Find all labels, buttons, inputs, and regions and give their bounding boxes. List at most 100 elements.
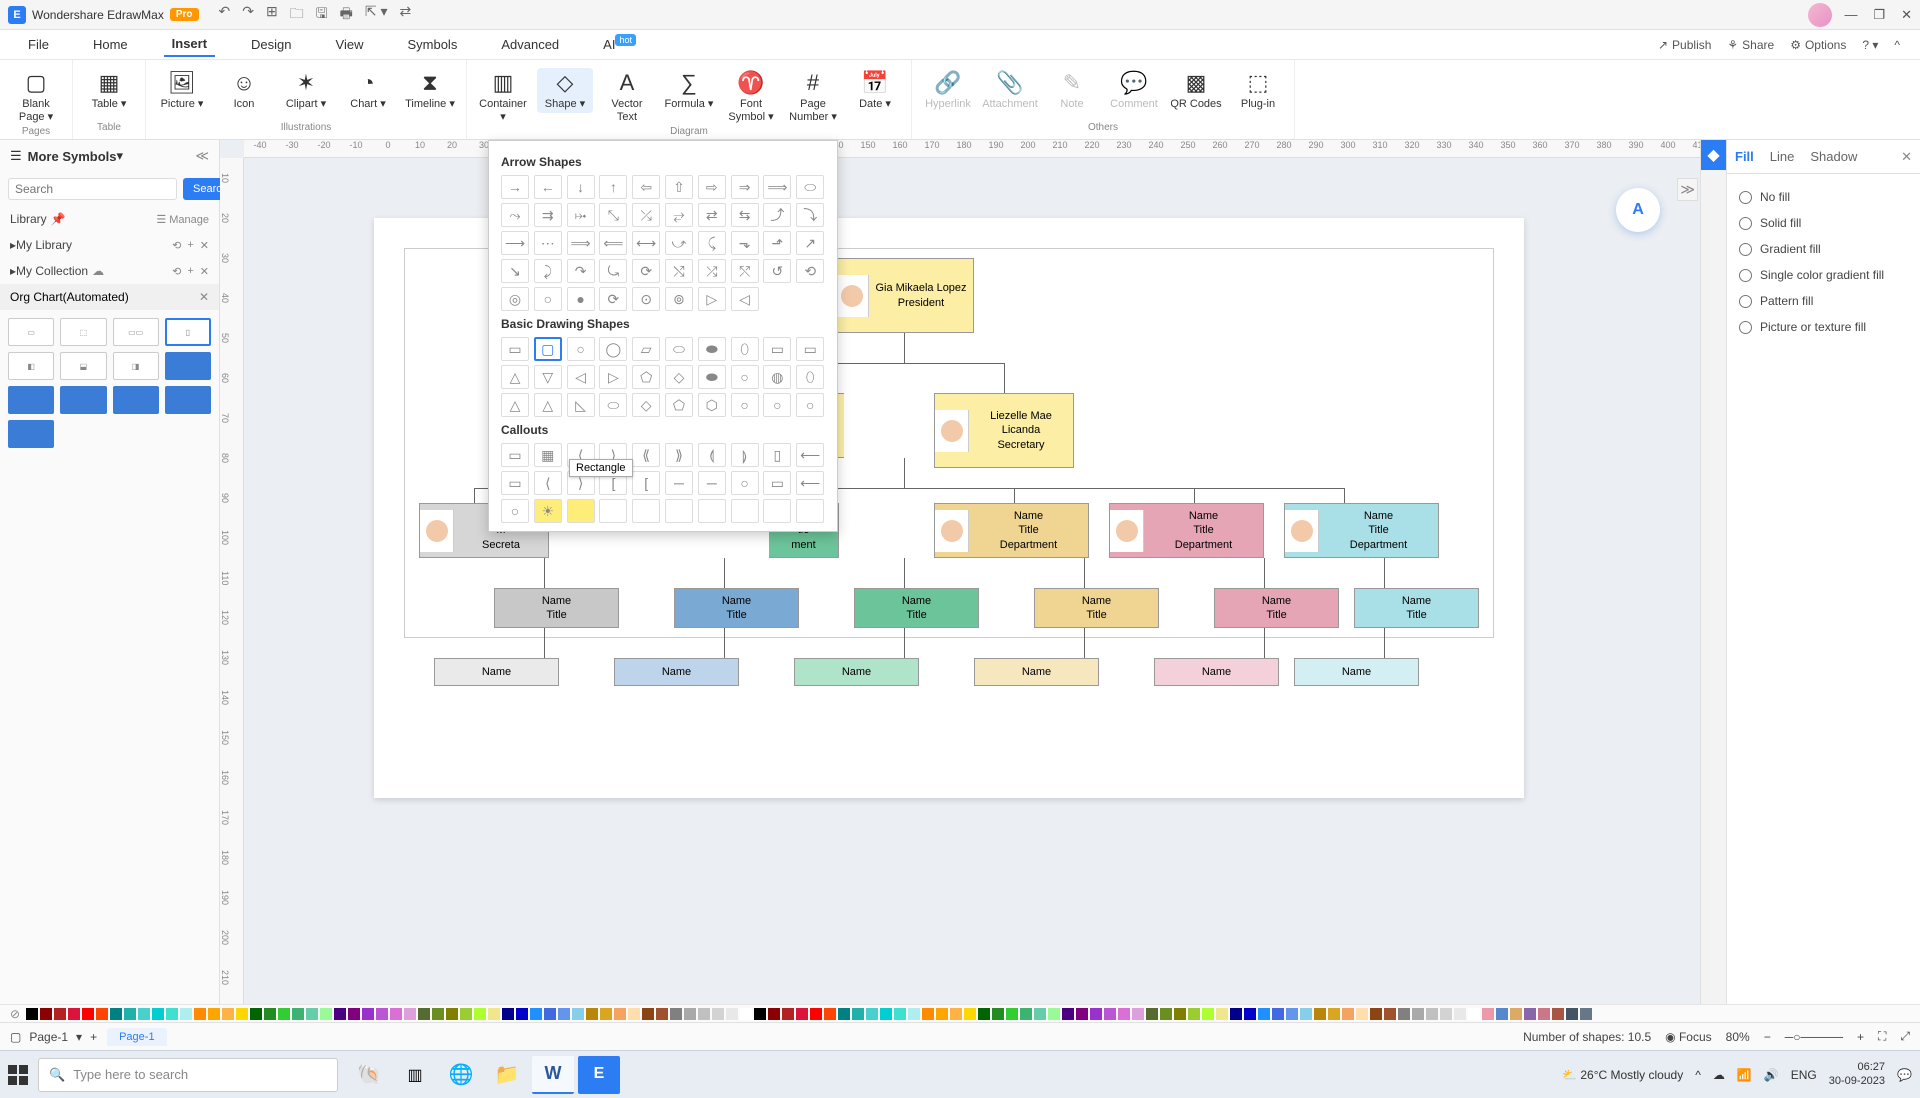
shape-option[interactable]: ⬯ [796,365,824,389]
ribbon-table-button[interactable]: ▦Table ▾ [81,68,137,113]
ribbon-blank-page-button[interactable]: ▢Blank Page ▾ [8,68,64,126]
shape-option[interactable] [731,499,759,523]
shape-thumb[interactable]: ◨ [113,352,159,380]
color-swatch[interactable] [558,1008,570,1020]
color-swatch[interactable] [1538,1008,1550,1020]
ribbon-formula-button[interactable]: ∑Formula ▾ [661,68,717,113]
shape-option[interactable]: ☀ [534,499,562,523]
color-swatch[interactable] [712,1008,724,1020]
shape-option[interactable]: ⟲ [796,259,824,283]
fill-option[interactable]: Single color gradient fill [1739,262,1908,288]
shape-option[interactable]: ⇄ [698,203,726,227]
shape-option[interactable]: ▭ [501,443,529,467]
shape-option[interactable]: ▢ [534,337,562,361]
shape-option[interactable]: ▽ [534,365,562,389]
close-lib-icon[interactable]: ✕ [200,239,209,252]
shape-option[interactable]: ⤭ [665,259,693,283]
shape-thumb[interactable] [8,386,54,414]
shape-option[interactable]: ⬏ [763,231,791,255]
ribbon-shape-button[interactable]: ◇Shape ▾ [537,68,593,113]
color-swatch[interactable] [642,1008,654,1020]
ribbon-attachmentbutton[interactable]: 📎Attachment [982,68,1038,113]
shape-option[interactable]: ↘ [501,259,529,283]
start-button[interactable] [8,1065,28,1085]
shape-option[interactable]: ⤲ [731,259,759,283]
color-swatch[interactable] [250,1008,262,1020]
color-swatch[interactable] [586,1008,598,1020]
color-swatch[interactable] [1496,1008,1508,1020]
color-swatch[interactable] [1090,1008,1102,1020]
color-swatch[interactable] [208,1008,220,1020]
shape-option[interactable]: ↓ [567,175,595,199]
color-swatch[interactable] [334,1008,346,1020]
ribbon-iconbutton[interactable]: ☺Icon [216,68,272,113]
color-swatch[interactable] [698,1008,710,1020]
shape-option[interactable]: ⊙ [632,287,660,311]
color-swatch[interactable] [1468,1008,1480,1020]
color-swatch[interactable] [1398,1008,1410,1020]
color-swatch[interactable] [418,1008,430,1020]
color-swatch[interactable] [1454,1008,1466,1020]
taskbar-app[interactable]: 🐚 [348,1056,390,1094]
color-swatch[interactable] [950,1008,962,1020]
color-swatch[interactable] [992,1008,1004,1020]
color-swatch[interactable] [544,1008,556,1020]
manage-button[interactable]: ☰ Manage [156,213,209,226]
shape-option[interactable]: ⤳ [501,203,529,227]
section-title[interactable]: Org Chart(Automated) [10,290,129,304]
shape-option[interactable]: ⟷ [632,231,660,255]
ribbon-chart-button[interactable]: ◔Chart ▾ [340,68,396,113]
fill-option[interactable]: Picture or texture fill [1739,314,1908,340]
shape-thumb[interactable] [8,420,54,448]
refresh-icon[interactable]: ⟲ [172,239,181,252]
shape-option[interactable]: ⬭ [796,175,824,199]
color-swatch[interactable] [502,1008,514,1020]
shape-option[interactable]: ◎ [501,287,529,311]
color-swatch[interactable] [768,1008,780,1020]
color-swatch[interactable] [1412,1008,1424,1020]
fill-option[interactable]: No fill [1739,184,1908,210]
shape-option[interactable]: ○ [796,393,824,417]
color-swatch[interactable] [1104,1008,1116,1020]
color-swatch[interactable] [908,1008,920,1020]
color-swatch[interactable] [124,1008,136,1020]
shape-option[interactable]: ⇆ [731,203,759,227]
shape-option[interactable]: ○ [567,337,595,361]
shape-option[interactable]: ⬭ [665,337,693,361]
add-page-icon[interactable]: + [90,1030,97,1044]
shape-option[interactable]: ← [534,175,562,199]
ribbon-vector-textbutton[interactable]: AVector Text [599,68,655,126]
wifi-icon[interactable]: 📶 [1737,1068,1752,1082]
shape-option[interactable]: △ [534,393,562,417]
shape-option[interactable]: ○ [534,287,562,311]
shape-option[interactable]: ⟶ [501,231,529,255]
color-swatch[interactable] [1566,1008,1578,1020]
undo-icon[interactable]: ↶ [219,3,231,27]
collapse-left-icon[interactable]: ≪ [195,148,209,164]
redo-icon[interactable]: ↷ [242,3,254,27]
shape-option[interactable]: △ [501,393,529,417]
shape-option[interactable]: ⟨ [534,471,562,495]
color-swatch[interactable] [432,1008,444,1020]
shape-option[interactable]: ⟳ [599,287,627,311]
shape-option[interactable]: ⟫ [665,443,693,467]
color-swatch[interactable] [964,1008,976,1020]
color-swatch[interactable] [1272,1008,1284,1020]
color-swatch[interactable] [26,1008,38,1020]
color-swatch[interactable] [1188,1008,1200,1020]
maximize-icon[interactable]: ❐ [1873,7,1885,23]
color-swatch[interactable] [376,1008,388,1020]
shape-option[interactable]: ▱ [632,337,660,361]
shape-option[interactable]: ◇ [632,393,660,417]
shape-option[interactable] [599,499,627,523]
close-icon[interactable]: ✕ [1901,7,1912,23]
color-swatch[interactable] [222,1008,234,1020]
tab-fill[interactable]: Fill [1735,149,1754,164]
shape-option[interactable]: ⟹ [567,231,595,255]
shape-option[interactable] [796,499,824,523]
ribbon-plug-inbutton[interactable]: ⬚Plug-in [1230,68,1286,113]
color-swatch[interactable] [656,1008,668,1020]
shape-option[interactable]: ⬬ [698,365,726,389]
color-swatch[interactable] [838,1008,850,1020]
shape-option[interactable]: ⟵ [796,443,824,467]
